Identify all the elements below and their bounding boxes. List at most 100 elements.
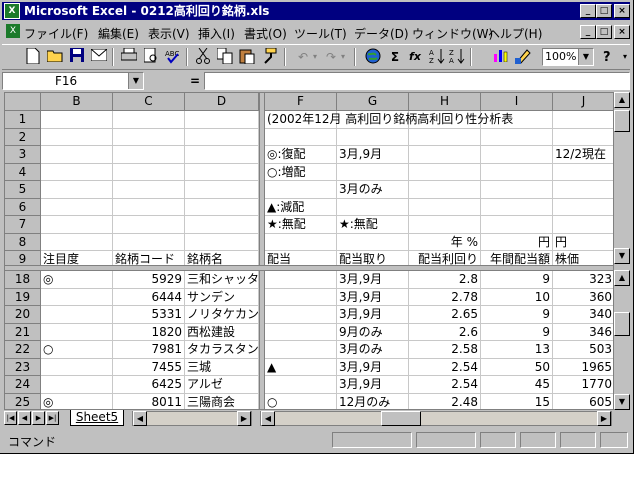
horizontal-split-bar[interactable] — [5, 265, 613, 271]
cell-c[interactable] — [113, 163, 185, 181]
name-box-dropdown-icon[interactable]: ▼ — [128, 73, 143, 89]
scroll-down-icon[interactable]: ▼ — [614, 394, 630, 410]
cell-g[interactable]: 3月,9月 — [337, 376, 409, 394]
scroll-left-icon[interactable]: ◀ — [133, 411, 147, 426]
name-box[interactable]: F16 ▼ — [2, 72, 144, 90]
cell-h[interactable] — [409, 163, 481, 181]
cell-h[interactable]: 2.48 — [409, 393, 481, 409]
scroll-up-icon[interactable]: ▲ — [614, 270, 630, 286]
cell-h[interactable]: 2.8 — [409, 271, 481, 289]
cell-c[interactable]: 1820 — [113, 323, 185, 341]
cell-c[interactable] — [113, 146, 185, 164]
row-header[interactable]: 20 — [5, 306, 41, 324]
new-file-icon[interactable] — [24, 47, 42, 66]
cell-f[interactable]: ★:無配 — [265, 216, 337, 234]
excel-app-icon[interactable]: X — [4, 3, 20, 19]
horizontal-scroll-thumb[interactable] — [381, 411, 421, 426]
cell-f[interactable] — [265, 323, 337, 341]
row-header[interactable]: 7 — [5, 216, 41, 234]
row-header[interactable]: 3 — [5, 146, 41, 164]
column-header-j[interactable]: J — [553, 93, 613, 111]
cell-j[interactable] — [553, 181, 613, 199]
next-sheet-icon[interactable]: ▶ — [32, 411, 45, 425]
cell-j[interactable] — [553, 164, 613, 181]
cell-d[interactable]: サンデン — [185, 288, 259, 306]
cell-j[interactable] — [553, 199, 613, 216]
cell-d[interactable] — [185, 128, 259, 146]
cell-b[interactable]: ◎ — [41, 393, 113, 409]
cell-c[interactable] — [113, 111, 185, 129]
cell-g[interactable]: 3月,9月 — [337, 271, 409, 289]
cut-icon[interactable] — [194, 47, 212, 66]
spelling-icon[interactable]: ABC — [164, 48, 182, 66]
column-header-c[interactable]: C — [113, 93, 185, 111]
column-header-d[interactable]: D — [185, 93, 259, 111]
vertical-scroll-thumb[interactable] — [614, 312, 630, 336]
cell-i[interactable] — [481, 181, 553, 199]
cell-c[interactable]: 6425 — [113, 376, 185, 394]
cell-g[interactable]: 3月,9月 — [337, 358, 409, 376]
copy-icon[interactable] — [216, 47, 234, 66]
cell-g[interactable]: 3月,9月 — [337, 306, 409, 324]
last-sheet-icon[interactable]: ▶| — [46, 411, 59, 425]
cell-f[interactable] — [265, 288, 337, 306]
vertical-scroll-thumb[interactable] — [614, 110, 630, 132]
cell-f[interactable]: ▲:減配 — [265, 198, 337, 216]
cell-d[interactable] — [185, 216, 259, 234]
column-header-b[interactable]: B — [41, 93, 113, 111]
cell-b[interactable] — [41, 216, 113, 234]
cell-b[interactable] — [41, 288, 113, 306]
column-header-f[interactable]: F — [265, 93, 337, 111]
cell-h[interactable] — [409, 181, 481, 199]
cell-j[interactable]: 346 — [553, 324, 613, 341]
minimize-button[interactable]: _ — [580, 4, 596, 18]
cell-i[interactable]: 9 — [481, 271, 553, 289]
cell-h[interactable] — [409, 146, 481, 164]
row-header[interactable]: 4 — [5, 163, 41, 181]
row-header[interactable]: 25 — [5, 393, 41, 409]
menu-help[interactable]: ヘルプ(H) — [488, 25, 542, 42]
cell-g[interactable]: 3月のみ — [337, 341, 409, 359]
zoom-select[interactable]: 100% ▼ — [542, 48, 594, 66]
cell-j[interactable]: 1770 — [553, 376, 613, 394]
cell-i[interactable] — [481, 128, 553, 146]
cell-c[interactable]: 5929 — [113, 271, 185, 289]
cell-h[interactable] — [409, 198, 481, 216]
zoom-dropdown-icon[interactable]: ▼ — [578, 49, 593, 65]
select-all-corner[interactable] — [5, 93, 41, 111]
cell-g[interactable] — [337, 198, 409, 216]
cell-h[interactable]: 2.54 — [409, 358, 481, 376]
cell-c[interactable] — [113, 181, 185, 199]
row-header[interactable]: 1 — [5, 111, 41, 129]
row-header[interactable]: 22 — [5, 341, 41, 359]
cell-b[interactable] — [41, 376, 113, 394]
cell-h[interactable]: 年 % — [409, 233, 481, 251]
worksheet-grid[interactable]: B C D F G H I J 1 (2002年12月 高利回り銘柄高利回り性分析… — [4, 92, 614, 410]
cell-b[interactable] — [41, 181, 113, 199]
cell-f[interactable]: ○:増配 — [265, 163, 337, 181]
row-header[interactable]: 24 — [5, 376, 41, 394]
cell-c[interactable]: 8011 — [113, 393, 185, 409]
autosum-icon[interactable]: Σ — [386, 48, 404, 66]
email-icon[interactable] — [90, 48, 108, 66]
cell-g[interactable]: 12月のみ — [337, 393, 409, 409]
cell-c[interactable]: 6444 — [113, 288, 185, 306]
column-header-i[interactable]: I — [481, 93, 553, 111]
row-header[interactable]: 2 — [5, 128, 41, 146]
cell-f[interactable] — [265, 376, 337, 394]
cell-j[interactable] — [553, 111, 613, 129]
doc-restore-button[interactable]: □ — [596, 25, 612, 39]
menu-tools[interactable]: ツール(T) — [294, 25, 347, 42]
cell-f[interactable]: ◎:復配 — [265, 146, 337, 164]
function-icon[interactable]: fx — [406, 48, 424, 66]
cell-b[interactable] — [41, 128, 113, 146]
cell-g[interactable] — [337, 128, 409, 146]
cell-i[interactable]: 15 — [481, 393, 553, 409]
row-header[interactable]: 21 — [5, 323, 41, 341]
menu-edit[interactable]: 編集(E) — [98, 25, 139, 42]
doc-close-button[interactable]: × — [614, 25, 630, 39]
first-sheet-icon[interactable]: |◀ — [4, 411, 17, 425]
cell-f[interactable] — [265, 128, 337, 146]
cell-c[interactable]: 7981 — [113, 341, 185, 359]
cell-b[interactable] — [41, 233, 113, 251]
